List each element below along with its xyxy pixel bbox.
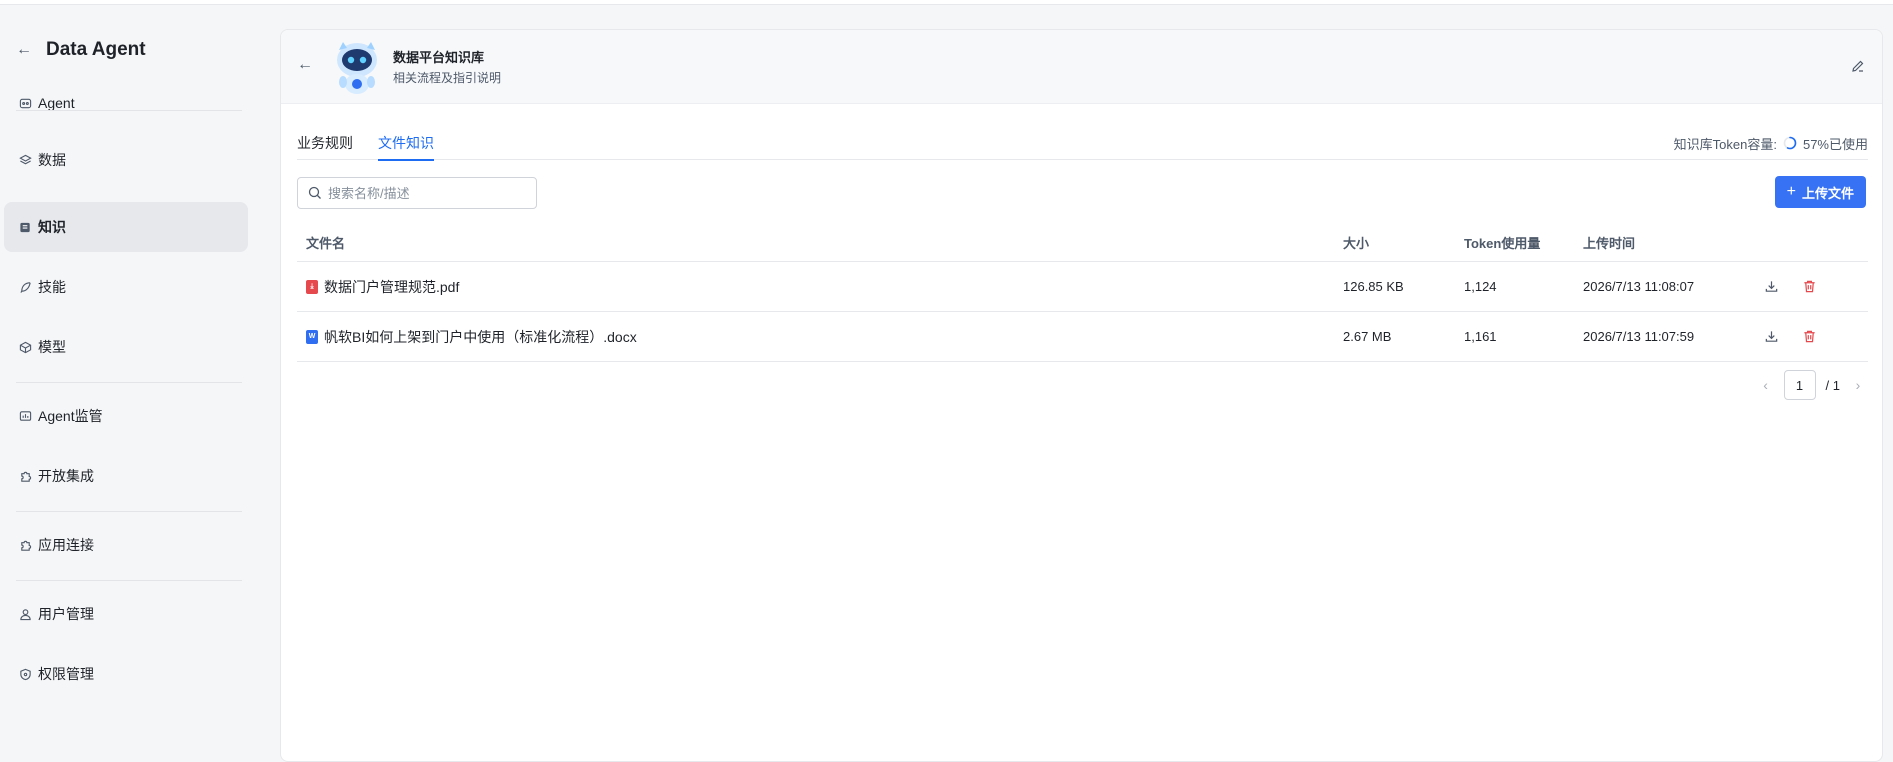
upload-file-button[interactable]: + 上传文件: [1774, 176, 1866, 208]
column-header-upload-time: 上传时间: [1583, 236, 1636, 251]
top-bar: [0, 0, 1893, 5]
sidebar-item-label: 权限管理: [38, 666, 94, 682]
download-icon[interactable]: [1763, 279, 1779, 295]
word-file-icon: W: [306, 329, 318, 344]
puzzle-icon: [18, 469, 32, 483]
sidebar-item-open-integration[interactable]: 开放集成: [4, 451, 248, 501]
layers-icon: [18, 153, 32, 167]
sidebar-item-label: Agent: [38, 95, 75, 111]
plus-icon: +: [1786, 183, 1796, 200]
pdf-file-icon: ⤓: [306, 279, 318, 294]
sidebar-item-agent[interactable]: Agent: [4, 78, 248, 128]
feather-icon: [18, 280, 32, 294]
file-size: 2.67 MB: [1343, 329, 1392, 344]
table-row: ⤓ 数据门户管理规范.pdf 126.85 KB 1,124 2026/7/13…: [297, 262, 1868, 312]
column-header-name: 文件名: [306, 236, 346, 251]
sidebar-item-label: Agent监管: [38, 408, 103, 424]
file-upload-time: 2026/7/13 11:08:07: [1583, 279, 1695, 294]
sidebar-item-knowledge[interactable]: 知识: [4, 202, 248, 252]
pagination: ‹ 1 / 1 ›: [1758, 370, 1866, 400]
page-number-input[interactable]: 1: [1783, 370, 1816, 400]
sidebar-item-label: 技能: [38, 279, 66, 295]
sidebar-item-label: 开放集成: [38, 468, 94, 484]
column-header-size: 大小: [1343, 236, 1370, 251]
sidebar-item-label: 应用连接: [38, 537, 94, 553]
file-name[interactable]: 帆软BI如何上架到门户中使用（标准化流程）.docx: [324, 327, 637, 347]
file-upload-time: 2026/7/13 11:07:59: [1583, 329, 1695, 344]
delete-icon[interactable]: [1801, 329, 1817, 345]
file-token-usage: 1,124: [1464, 279, 1497, 294]
token-usage-text: 57%已使用: [1802, 136, 1868, 152]
sidebar-item-label: 数据: [38, 152, 66, 168]
back-arrow-icon[interactable]: ←: [16, 41, 32, 59]
sidebar-divider: [16, 382, 242, 383]
cube-icon: [18, 340, 32, 354]
table-row: W 帆软BI如何上架到门户中使用（标准化流程）.docx 2.67 MB 1,1…: [297, 312, 1868, 362]
table-header: 文件名 大小 Token使用量 上传时间: [297, 224, 1868, 262]
robot-avatar-icon: [337, 42, 377, 94]
token-capacity: 知识库Token容量: 57%已使用: [1674, 126, 1868, 160]
sidebar-item-permission-management[interactable]: 权限管理: [4, 649, 248, 699]
sidebar-divider: [16, 580, 242, 581]
chevron-left-icon[interactable]: ‹: [1758, 377, 1774, 393]
file-table: 文件名 大小 Token使用量 上传时间 ⤓ 数据门户管理规范.pdf 126.…: [297, 224, 1868, 362]
sidebar-item-app-connect[interactable]: 应用连接: [4, 520, 248, 570]
upload-file-label: 上传文件: [1801, 185, 1854, 201]
chevron-right-icon[interactable]: ›: [1850, 377, 1866, 393]
file-token-usage: 1,161: [1464, 329, 1497, 344]
sidebar-divider: [16, 110, 242, 111]
sidebar-item-label: 模型: [38, 339, 66, 355]
search-box[interactable]: [297, 177, 537, 209]
tab-business-rules[interactable]: 业务规则: [297, 126, 353, 160]
monitor-icon: [18, 409, 32, 423]
download-icon[interactable]: [1763, 329, 1779, 345]
token-usage-ring-icon: [1783, 136, 1797, 150]
sidebar-item-agent-monitor[interactable]: Agent监管: [4, 391, 248, 441]
edit-icon[interactable]: [1850, 58, 1866, 74]
user-icon: [18, 607, 32, 621]
puzzle-icon: [18, 538, 32, 552]
sidebar-item-skills[interactable]: 技能: [4, 262, 248, 312]
search-input[interactable]: [328, 185, 528, 201]
file-size: 126.85 KB: [1343, 279, 1404, 294]
sidebar: ← Data Agent Agent 数据 知识 技能 模型 Agent监管 开…: [0, 5, 264, 762]
sidebar-item-models[interactable]: 模型: [4, 322, 248, 372]
tab-bar: 业务规则 文件知识 知识库Token容量: 57%已使用: [297, 126, 1868, 161]
page-total: / 1: [1825, 377, 1840, 393]
app-title: Data Agent: [46, 39, 146, 60]
panel-header: ← 数据平台知识库 相关流程及指引说明: [281, 30, 1882, 104]
sidebar-item-user-management[interactable]: 用户管理: [4, 589, 248, 639]
back-arrow-icon[interactable]: ←: [297, 56, 313, 74]
sidebar-item-label: 用户管理: [38, 606, 94, 622]
column-header-tokens: Token使用量: [1464, 236, 1541, 251]
brand: ← Data Agent: [16, 35, 146, 65]
sidebar-divider: [16, 511, 242, 512]
sidebar-item-data[interactable]: 数据: [4, 135, 248, 185]
delete-icon[interactable]: [1801, 279, 1817, 295]
knowledge-base-title: 数据平台知识库: [393, 50, 485, 65]
knowledge-base-description: 相关流程及指引说明: [393, 71, 502, 85]
file-name[interactable]: 数据门户管理规范.pdf: [324, 277, 459, 297]
book-icon: [18, 220, 32, 234]
token-capacity-label: 知识库Token容量:: [1673, 136, 1777, 152]
shield-icon: [18, 667, 32, 681]
search-icon: [308, 186, 321, 199]
knowledge-panel: ← 数据平台知识库 相关流程及指引说明 业务规则 文件知识 知识库Token容量…: [280, 29, 1883, 762]
sidebar-item-label: 知识: [38, 219, 66, 235]
tab-file-knowledge[interactable]: 文件知识: [378, 126, 434, 161]
robot-icon: [18, 96, 32, 110]
